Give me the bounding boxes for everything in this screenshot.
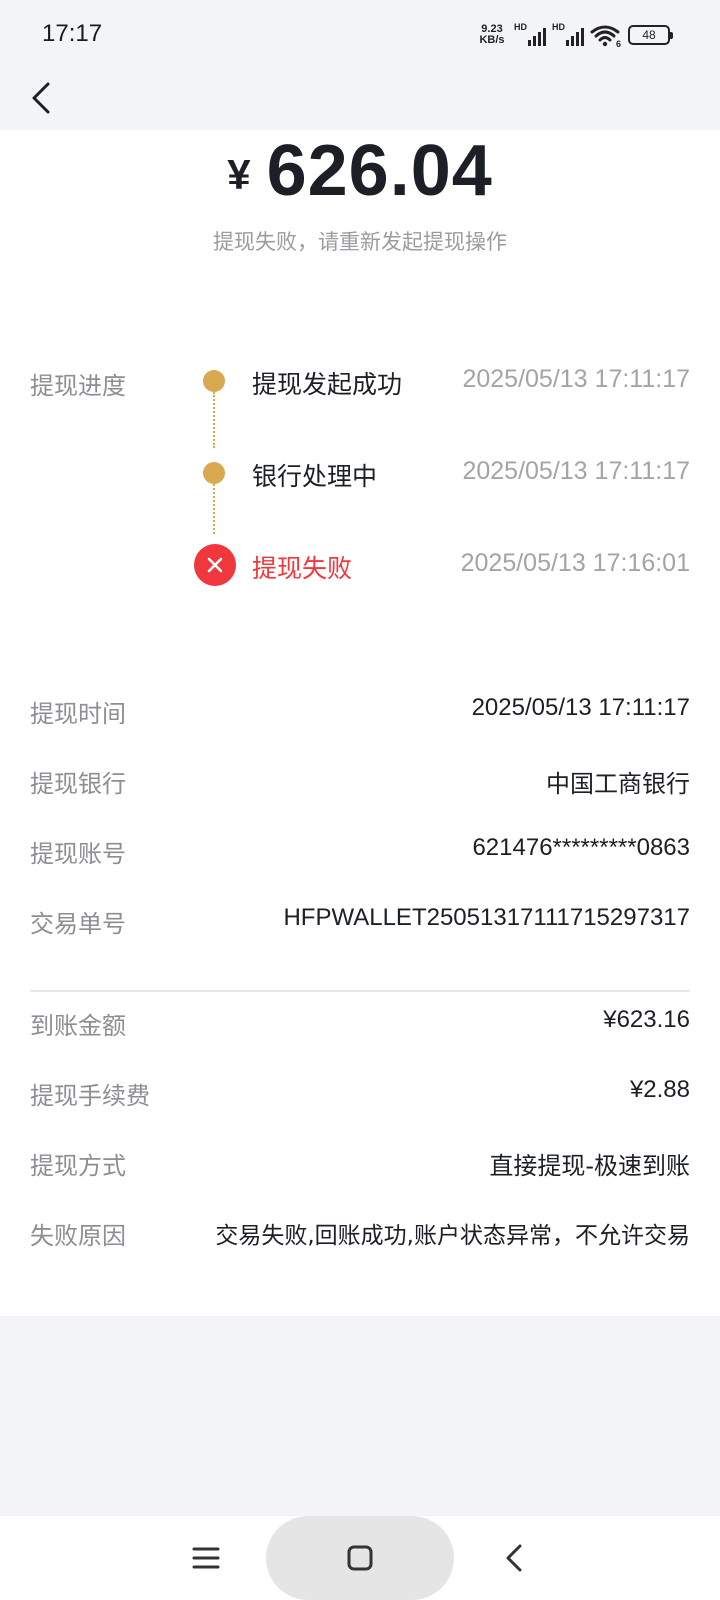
detail-label: 提现账号 [30, 840, 126, 868]
detail-value: ¥2.88 [629, 1076, 690, 1103]
signal-icon: HD [514, 22, 546, 46]
status-bar: 17:17 9.23 KB/s HD HD 6 48 [0, 0, 720, 68]
back-icon[interactable] [494, 1536, 534, 1580]
detail-value: 交易失败,回账成功,账户状态异常，不允许交易 [215, 1223, 690, 1249]
detail-label: 提现方式 [30, 1152, 126, 1180]
battery-icon: 48 [628, 25, 673, 45]
withdraw-amount: ¥626.04 [0, 130, 720, 211]
status-message: 提现失败，请重新发起提现操作 [213, 230, 507, 254]
network-speed: 9.23 KB/s [476, 24, 508, 46]
detail-value: 中国工商银行 [546, 770, 690, 798]
divider [30, 990, 690, 992]
sim1-label: HD [514, 22, 527, 32]
progress-step: 银行处理中 2025/05/13 17:11:17 [0, 452, 720, 492]
chevron-left-icon[interactable] [22, 76, 62, 120]
home-icon [347, 1545, 373, 1571]
step-dot-icon [203, 462, 225, 484]
progress-step: 提现失败 2025/05/13 17:16:01 [0, 544, 720, 586]
detail-label: 提现手续费 [30, 1082, 150, 1110]
detail-value: ¥623.16 [603, 1006, 690, 1033]
currency-symbol: ¥ [227, 151, 251, 198]
detail-label: 提现银行 [30, 770, 126, 798]
withdraw-detail-card: ¥626.04 提现失败，请重新发起提现操作 提现进度 提现发起成功 2025/… [0, 130, 720, 1316]
detail-row-order: 交易单号 HFPWALLET2505131711171529731​7 [30, 900, 690, 940]
sim2-label: HD [552, 22, 565, 32]
status-icons: 9.23 KB/s HD HD 6 48 [476, 20, 673, 50]
detail-value: HFPWALLET2505131711171529731​7 [283, 904, 690, 931]
top-bar [0, 68, 720, 130]
step-title: 银行处理中 [252, 462, 378, 491]
wifi-label: 6 [616, 39, 621, 47]
step-time: 2025/05/13 17:11:17 [462, 457, 690, 485]
detail-label: 失败原因 [30, 1222, 126, 1250]
system-nav-bar [0, 1516, 720, 1600]
detail-row-reason: 失败原因 交易失败,回账成功,账户状态异常，不允许交易 [30, 1212, 690, 1252]
status-time: 17:17 [42, 20, 103, 47]
step-time: 2025/05/13 17:11:17 [462, 365, 690, 393]
detail-row-received: 到账金额 ¥623.16 [30, 1002, 690, 1042]
step-time: 2025/05/13 17:16:01 [460, 549, 690, 577]
amount-value: 626.04 [266, 131, 493, 211]
detail-label: 到账金额 [30, 1012, 126, 1040]
detail-row-method: 提现方式 直接提现-极速到账 [30, 1142, 690, 1182]
battery-level: 48 [642, 28, 656, 42]
detail-label: 提现时间 [30, 700, 126, 728]
detail-label: 交易单号 [30, 910, 126, 938]
progress-connector [213, 484, 215, 534]
step-dot-icon [203, 370, 225, 392]
network-speed-unit: KB/s [479, 34, 505, 46]
detail-value: 直接提现-极速到账 [489, 1152, 690, 1180]
step-title: 提现失败 [252, 554, 353, 583]
menu-icon[interactable] [186, 1538, 226, 1578]
error-x-icon [194, 544, 236, 586]
home-button[interactable] [266, 1516, 454, 1600]
detail-row-account: 提现账号 621476*********0863 [30, 830, 690, 870]
detail-row-fee: 提现手续费 ¥2.88 [30, 1072, 690, 1112]
detail-row-time: 提现时间 2025/05/13 17:11:17 [30, 690, 690, 730]
detail-value: 621476*********0863 [472, 834, 690, 861]
step-title: 提现发起成功 [252, 370, 403, 399]
detail-value: 2025/05/13 17:11:17 [471, 694, 690, 721]
wifi-icon: 6 [590, 25, 621, 47]
progress-step: 提现发起成功 2025/05/13 17:11:17 [0, 360, 720, 400]
detail-row-bank: 提现银行 中国工商银行 [30, 760, 690, 800]
signal-icon-2: HD [552, 22, 584, 46]
progress-connector [213, 392, 215, 448]
